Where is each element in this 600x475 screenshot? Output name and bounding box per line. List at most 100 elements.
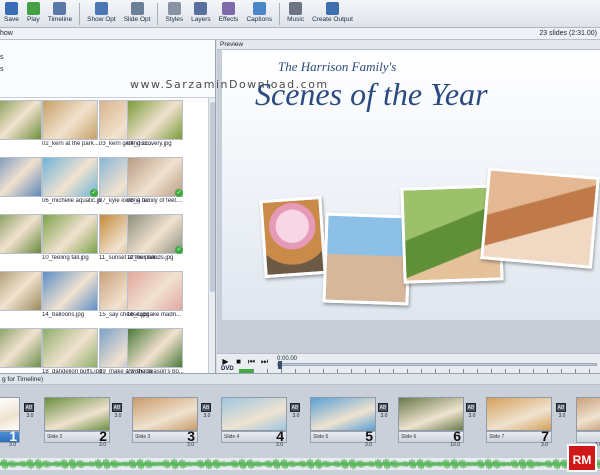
toolbar-button-label: Captions [246, 16, 273, 23]
timeline-slide-duration: 10.0 [450, 442, 460, 448]
create-output-button[interactable]: Create Output [308, 0, 357, 28]
toolbar-button-label: Timeline [47, 16, 73, 23]
file-thumbnail[interactable] [0, 157, 42, 206]
music-button[interactable]: Music [283, 0, 308, 28]
timeline-slide-duration: 3.0 [365, 442, 372, 448]
audio-waveform-path [0, 458, 600, 470]
timeline-slide-name: Slide 3 [135, 434, 151, 440]
transition-icon: AB [466, 403, 476, 412]
preview-area: The Harrison Family's Scenes of the Year [217, 50, 600, 353]
transition-icon: AB [378, 403, 388, 412]
file-thumbnail[interactable]: 16_cupcake madn... [127, 271, 183, 320]
preview-header: Preview [217, 40, 600, 50]
play-button[interactable]: Play [23, 0, 44, 28]
thumbnail-image [127, 328, 183, 368]
file-thumbnail[interactable] [0, 271, 42, 320]
timeline-slide-image [486, 397, 552, 431]
file-thumbnail[interactable]: 10_feeling tall.jpg [42, 214, 98, 263]
thumbnail-filename: 10_feeling tall.jpg [42, 255, 89, 261]
toolbar-button-label: Play [27, 16, 40, 23]
transition-icon: AB [112, 403, 122, 412]
effects-button[interactable]: Effects [215, 0, 243, 28]
audio-track[interactable] [0, 458, 600, 470]
file-thumbnail[interactable] [0, 328, 42, 373]
transition-slot[interactable]: AB 3.0 [22, 403, 36, 425]
used-check-icon: ✓ [90, 189, 98, 197]
timeline-slide[interactable]: Slide 3 3 3.0 [132, 397, 198, 448]
timeline-slide-info: Slide 4 4 3.0 [221, 428, 287, 448]
transition-slot[interactable]: AB 3.0 [288, 403, 302, 425]
transition-duration: 3.0 [558, 413, 566, 419]
timeline-slide-name: Slide 7 [489, 434, 505, 440]
toolbar-button-label: Styles [165, 16, 184, 23]
used-check-icon: ✓ [175, 246, 183, 254]
timeline-slide[interactable]: 1 3.0 [0, 397, 20, 448]
slide-subtitle: The Harrison Family's [278, 59, 397, 74]
thumbnail-image [0, 328, 42, 368]
thumbnail-image [0, 100, 42, 140]
thumbnail-image [127, 271, 183, 311]
timeline-slide-info: Slide 5 5 3.0 [310, 428, 376, 448]
file-thumbnail[interactable]: 20_the season's bo... [127, 328, 184, 373]
timeline-slide[interactable]: 3.0 [576, 397, 600, 448]
stop-button[interactable]: ■ [234, 357, 243, 366]
transition-slot[interactable]: AB 3.0 [554, 403, 568, 425]
main-toolbar: Save Play Timeline Show Opt Slide Opt Styles L… [0, 0, 600, 28]
transition-slot[interactable]: AB 3.0 [199, 403, 213, 425]
timeline-button[interactable]: Timeline [44, 0, 76, 28]
save-button[interactable]: Save [0, 0, 23, 28]
timeline-slide[interactable]: Slide 6 6 10.0 [398, 397, 464, 448]
captions-button[interactable]: Captions [242, 0, 276, 28]
timeline-slide-image [0, 397, 20, 431]
file-thumbnail[interactable] [0, 214, 42, 263]
thumbnail-image [0, 214, 42, 254]
file-thumbnail[interactable]: 08_a family of feet.... ✓ [127, 157, 183, 206]
file-thumbnail[interactable]: 18_dandelion puffs.jpg [42, 328, 102, 373]
toolbar-button-label: Music [287, 16, 305, 23]
tree-item[interactable]: s [0, 66, 8, 73]
timeline-slide-name: Slide 4 [224, 434, 240, 440]
play-button[interactable]: ▶ [221, 357, 230, 366]
tree-item[interactable]: s [0, 54, 8, 61]
photo-feet [322, 212, 412, 306]
timeline-strip: 1 3.0 Slide 2 2 3.0 Slide 3 3 3.0 Slide 4 4 3.0 Sli… [0, 385, 600, 475]
timeline-slide-name: Slide 6 [401, 434, 417, 440]
file-list-scrollbar[interactable] [208, 98, 215, 373]
slide-count: 23 slides (2:31.00) [539, 30, 597, 37]
thumbnail-image [0, 157, 42, 197]
transition-slot[interactable]: AB 3.0 [464, 403, 478, 425]
thumbnail-image [0, 271, 42, 311]
transition-slot[interactable]: AB 3.0 [110, 403, 124, 425]
timeline-slide-info: Slide 6 6 10.0 [398, 428, 464, 448]
file-thumbnail[interactable]: 06_michelle aquatic.jpg ✓ [42, 157, 102, 206]
scroll-thumb[interactable] [210, 102, 215, 292]
transition-icon: AB [290, 403, 300, 412]
timeline-slide-duration: 3.0 [187, 442, 194, 448]
timeline-slide-duration: 3.0 [541, 442, 548, 448]
timeline-header: g for Timeline) [0, 373, 600, 385]
layers-button[interactable]: Layers [187, 0, 215, 28]
photo-cupcake [259, 195, 327, 279]
styles-button[interactable]: Styles [161, 0, 187, 28]
dvd-label: DVD [221, 366, 234, 372]
show-opt-button[interactable]: Show Opt [83, 0, 120, 28]
seek-bar[interactable] [277, 361, 597, 369]
previous-slide-button[interactable]: ⏮ [247, 357, 256, 366]
file-thumbnail[interactable]: 14_balloons.jpg [42, 271, 98, 320]
transition-duration: 3.0 [380, 413, 388, 419]
timeline-slide[interactable]: Slide 4 4 3.0 [221, 397, 287, 448]
timeline-slide[interactable]: Slide 2 2 3.0 [44, 397, 110, 448]
seek-handle[interactable] [278, 361, 282, 369]
slide-opt-button[interactable]: Slide Opt [120, 0, 155, 28]
timeline-slide[interactable]: Slide 5 5 3.0 [310, 397, 376, 448]
file-thumbnail[interactable]: 12_our hands.jpg ✓ [127, 214, 183, 263]
title-row: how 23 slides (2:31.00) [0, 28, 600, 40]
file-thumbnail[interactable]: 04_discovery.jpg [127, 100, 183, 149]
file-thumbnail[interactable]: 02_kerri at the park.... [42, 100, 100, 149]
next-slide-button[interactable]: ⏭ [260, 357, 269, 366]
timeline-slide[interactable]: Slide 7 7 3.0 [486, 397, 552, 448]
thumbnail-image [42, 271, 98, 311]
thumbnail-filename: 08_a family of feet.... [127, 198, 183, 204]
transition-slot[interactable]: AB 3.0 [376, 403, 390, 425]
file-thumbnail[interactable] [0, 100, 42, 149]
